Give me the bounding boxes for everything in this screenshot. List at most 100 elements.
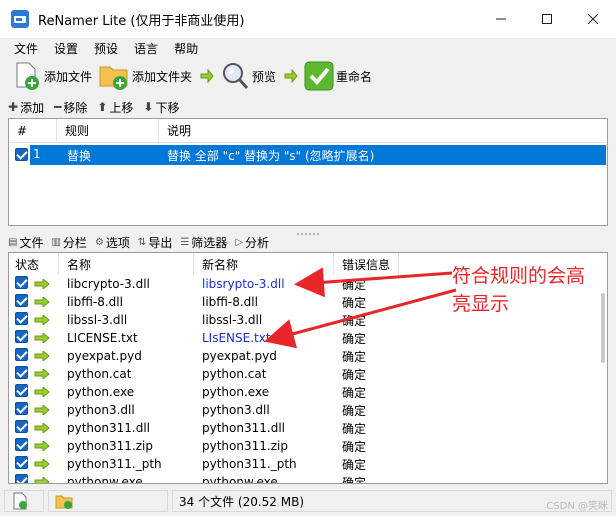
arrow-right-icon: [34, 441, 50, 451]
rules-toolbar: ✚ 添加 ━ 移除 ⬆ 上移 ⬇ 下移: [8, 96, 189, 118]
rules-list: # 规则 说明 1 替换 替换 全部 "c" 替换为 "s" (忽略扩展名): [8, 118, 608, 226]
files-col-name[interactable]: 名称: [59, 253, 194, 275]
preview-label: 预览: [252, 69, 277, 84]
close-button[interactable]: [570, 0, 616, 38]
menu-file[interactable]: 文件: [6, 40, 46, 57]
files-col-error[interactable]: 错误信息: [334, 253, 399, 275]
analyze-menu-button[interactable]: ▷ 分析: [235, 234, 269, 251]
export-menu-button[interactable]: ⇅ 导出: [138, 234, 172, 251]
move-down-button[interactable]: ⬇ 下移: [143, 99, 179, 116]
file-status: [9, 276, 59, 292]
file-checkbox[interactable]: [15, 456, 28, 472]
file-checkbox[interactable]: [15, 420, 28, 436]
file-checkbox[interactable]: [15, 474, 28, 483]
rule-checkbox[interactable]: [15, 148, 28, 164]
file-row[interactable]: pyexpat.pyd pyexpat.pyd 确定: [9, 347, 399, 365]
file-row[interactable]: python311._pth python311._pth 确定: [9, 455, 399, 473]
files-col-newname[interactable]: 新名称: [194, 253, 334, 275]
files-col-status[interactable]: 状态: [9, 253, 59, 275]
status-bar: 34 个文件 (20.52 MB): [0, 486, 616, 516]
arrow-right-icon: [34, 351, 50, 361]
file-new-name: python.cat: [202, 367, 267, 381]
menu-settings[interactable]: 设置: [46, 40, 86, 57]
file-status: [9, 420, 59, 436]
remove-rule-label: 移除: [63, 100, 88, 115]
file-checkbox[interactable]: [15, 348, 28, 364]
file-name: python311.dll: [67, 421, 150, 435]
file-row[interactable]: python311.zip python311.zip 确定: [9, 437, 399, 455]
file-row[interactable]: LICENSE.txt LIsENSE.txt 确定: [9, 329, 399, 347]
arrow-right-icon: [34, 459, 50, 469]
file-error: 确定: [342, 403, 367, 418]
file-row[interactable]: python311.dll python311.dll 确定: [9, 419, 399, 437]
add-folder-icon: [99, 66, 128, 90]
file-checkbox[interactable]: [15, 330, 28, 346]
status-folder-cell[interactable]: [48, 490, 168, 512]
move-down-label: 下移: [155, 100, 180, 115]
file-checkbox[interactable]: [15, 294, 28, 310]
file-error: 确定: [342, 367, 367, 382]
file-status: [9, 438, 59, 454]
file-row[interactable]: pythonw.exe pythonw.exe 确定: [9, 473, 399, 484]
status-add-cell[interactable]: [4, 490, 44, 512]
file-status: [9, 474, 59, 483]
main-toolbar: 添加文件 添加文件夹 预览 重命名: [0, 58, 616, 94]
files-menu-button[interactable]: ▤ 文件: [8, 234, 43, 251]
menu-help[interactable]: 帮助: [166, 40, 206, 57]
rename-button[interactable]: 重命名: [304, 60, 372, 92]
file-new-name: python311.zip: [202, 439, 288, 453]
rules-col-rule[interactable]: 规则: [57, 118, 159, 143]
filter-menu-button[interactable]: ☰ 筛选器: [180, 234, 227, 251]
file-row[interactable]: libssl-3.dll libssl-3.dll 确定: [9, 311, 399, 329]
annotation-line-2: 亮显示: [452, 293, 510, 315]
add-file-icon: [16, 62, 39, 90]
rule-name: 替换: [67, 149, 92, 163]
file-row[interactable]: libffi-8.dll libffi-8.dll 确定: [9, 293, 399, 311]
file-checkbox[interactable]: [15, 312, 28, 328]
file-checkbox[interactable]: [15, 276, 28, 292]
columns-menu-button[interactable]: ▥ 分栏: [51, 234, 86, 251]
move-up-label: 上移: [109, 100, 134, 115]
file-row[interactable]: python.exe python.exe 确定: [9, 383, 399, 401]
rules-col-desc[interactable]: 说明: [159, 119, 599, 143]
add-folder-button[interactable]: 添加文件夹: [98, 60, 192, 92]
move-up-button[interactable]: ⬆ 上移: [97, 99, 133, 116]
app-icon: [10, 9, 30, 29]
options-menu-button[interactable]: ⚙ 选项: [95, 234, 130, 251]
arrow-right-icon: [34, 369, 50, 379]
file-new-name: libffi-8.dll: [202, 295, 258, 309]
file-row[interactable]: python3.dll python3.dll 确定: [9, 401, 399, 419]
rules-header: # 规则 说明: [9, 118, 607, 143]
file-status: [9, 384, 59, 400]
filter-icon: ☰: [180, 236, 190, 248]
file-checkbox[interactable]: [15, 366, 28, 382]
rules-col-num[interactable]: #: [9, 118, 57, 143]
file-name: LICENSE.txt: [67, 331, 138, 345]
file-name: pythonw.exe: [67, 475, 143, 484]
add-rule-button[interactable]: ✚ 添加: [8, 99, 44, 116]
file-checkbox[interactable]: [15, 402, 28, 418]
file-error: 确定: [342, 421, 367, 436]
maximize-button[interactable]: [524, 0, 570, 38]
menu-language[interactable]: 语言: [126, 40, 166, 57]
file-error: 确定: [342, 313, 367, 328]
files-menu-label: 文件: [19, 235, 44, 250]
minus-icon: ━: [54, 100, 62, 114]
window-title: ReNamer Lite (仅用于非商业使用): [38, 13, 245, 29]
menu-presets[interactable]: 预设: [86, 40, 126, 57]
rule-row[interactable]: 1 替换 替换 全部 "c" 替换为 "s" (忽略扩展名): [10, 145, 606, 165]
file-name: libssl-3.dll: [67, 313, 128, 327]
file-checkbox[interactable]: [15, 438, 28, 454]
menu-bar: 文件 设置 预设 语言 帮助: [0, 38, 616, 58]
add-folder-label: 添加文件夹: [132, 69, 193, 84]
file-name: pyexpat.pyd: [67, 349, 142, 363]
add-files-button[interactable]: 添加文件: [12, 60, 92, 92]
file-checkbox[interactable]: [15, 384, 28, 400]
remove-rule-button[interactable]: ━ 移除: [54, 99, 87, 116]
file-row[interactable]: libcrypto-3.dll libsrypto-3.dll 确定: [9, 275, 399, 293]
files-toolbar: ▤ 文件 ▥ 分栏 ⚙ 选项 ⇅ 导出 ☰ 筛选器 ▷ 分析: [8, 232, 277, 252]
minimize-button[interactable]: [478, 0, 524, 38]
file-row[interactable]: python.cat python.cat 确定: [9, 365, 399, 383]
analyze-menu-label: 分析: [245, 235, 270, 250]
preview-button[interactable]: 预览: [220, 60, 276, 92]
